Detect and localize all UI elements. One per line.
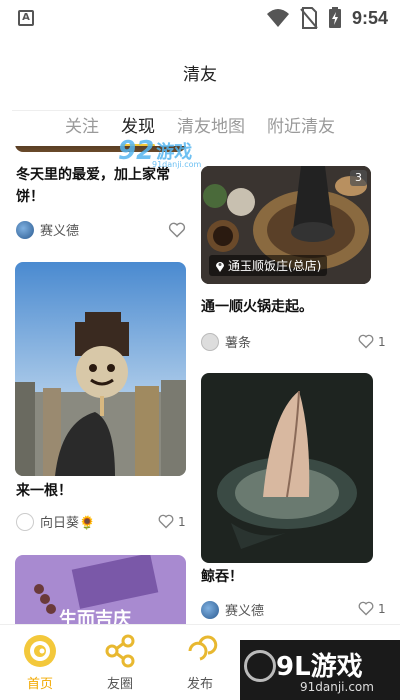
like-count: 1 <box>178 514 186 529</box>
location-pin-icon <box>216 261 224 272</box>
card-image[interactable] <box>201 373 373 563</box>
battery-charging-icon <box>328 7 341 28</box>
popsicle-photo <box>15 262 186 476</box>
page-title: 清友 <box>183 65 217 85</box>
tab-nearby[interactable]: 附近清友 <box>267 112 335 144</box>
card-author[interactable]: 赛义德 <box>16 220 79 239</box>
card-caption[interactable]: 通一顺火锅走起。 <box>201 296 381 318</box>
card-image[interactable]: 生而吉庆 <box>15 555 186 624</box>
watermark-number: 92 <box>118 136 155 166</box>
nav-home[interactable]: 首页 <box>0 625 80 700</box>
author-name: 赛义德 <box>225 604 265 619</box>
like-button[interactable]: 1 <box>158 514 186 529</box>
nav-publish-label: 发布 <box>186 677 213 692</box>
watermark-text: 9L游戏 <box>276 652 363 682</box>
heart-icon <box>358 334 374 349</box>
notification-a-icon: A <box>18 10 34 26</box>
whale-photo <box>201 373 373 563</box>
image-count-badge: 3 <box>350 170 367 186</box>
like-button[interactable]: 1 <box>358 601 386 616</box>
heart-icon[interactable] <box>168 222 186 238</box>
card-caption[interactable]: 鲸吞！ <box>201 566 366 588</box>
status-time: 9:54 <box>351 7 388 28</box>
overlay-text: 生而吉庆 <box>59 609 131 624</box>
watermark-ring <box>244 650 276 682</box>
card-author[interactable]: 薯条 <box>201 332 251 351</box>
avatar <box>16 512 34 531</box>
nav-home-label: 首页 <box>26 677 53 692</box>
card-image[interactable] <box>15 262 186 476</box>
status-bar: A 9:54 <box>0 0 400 36</box>
tab-follow[interactable]: 关注 <box>65 112 99 144</box>
card-caption[interactable]: 来一根！ <box>16 480 181 502</box>
author-name: 向日葵🌻 <box>40 516 96 531</box>
nav-circle[interactable]: 友圈 <box>80 625 160 700</box>
home-swirl-icon <box>24 635 56 667</box>
status-icons: 9:54 <box>266 6 388 30</box>
heart-icon <box>158 514 174 529</box>
publish-swirl-icon <box>188 635 218 661</box>
location-tag[interactable]: 通玉顺饭庄(总店) <box>209 255 328 276</box>
watermark-url: 91danji.com <box>152 160 202 169</box>
avatar <box>201 332 219 351</box>
nav-publish[interactable]: 发布 <box>160 625 240 700</box>
watermark-url: 91danji.com <box>300 680 374 694</box>
card-author[interactable]: 赛义德 <box>201 600 264 619</box>
watermark: 92 游戏 91danji.com <box>118 136 201 169</box>
card-image[interactable]: 3 通玉顺饭庄(总店) <box>201 166 371 284</box>
avatar <box>16 220 34 239</box>
avatar <box>201 600 219 619</box>
like-button[interactable]: 1 <box>358 334 386 349</box>
like-count: 1 <box>378 601 386 616</box>
like-count: 1 <box>378 334 386 349</box>
feed[interactable]: 冬天里的最爱，加上家常饼！ 赛义德 3 通玉顺饭庄(总店) 通一顺火锅走起。 薯… <box>0 146 400 624</box>
author-name: 薯条 <box>225 336 252 351</box>
heart-icon <box>358 601 374 616</box>
no-sim-icon <box>300 7 318 29</box>
location-name: 通玉顺饭庄(总店) <box>228 259 322 273</box>
wifi-icon <box>266 9 289 27</box>
share-icon <box>105 634 135 668</box>
author-name: 赛义德 <box>40 224 80 239</box>
divider <box>12 110 182 111</box>
tab-bar: 关注 发现 清友地图 附近清友 <box>0 112 400 147</box>
card-caption[interactable]: 冬天里的最爱，加上家常饼！ <box>16 164 181 208</box>
card-author[interactable]: 向日葵🌻 <box>16 512 95 531</box>
nav-circle-label: 友圈 <box>106 677 133 692</box>
watermark: 9L游戏 91danji.com <box>240 640 400 700</box>
